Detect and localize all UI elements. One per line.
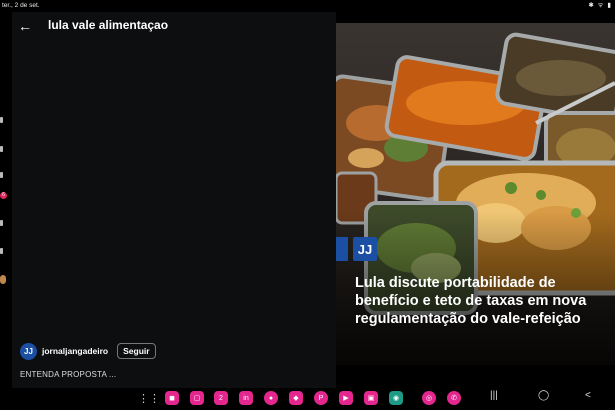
post-detail-panel: [12, 12, 336, 388]
edge-handle: [0, 248, 3, 254]
post-headline: Lula discute portabilidade de benefício …: [355, 274, 615, 328]
back-nav-icon[interactable]: <: [585, 390, 591, 401]
avatar[interactable]: JJ: [20, 342, 37, 360]
youtube-icon[interactable]: ▶: [339, 391, 353, 405]
taskbar: [0, 388, 615, 410]
status-date: ter., 2 de set.: [2, 2, 40, 9]
brand-stripe: [336, 237, 348, 261]
edge-panel-strip[interactable]: 6: [0, 12, 12, 388]
grid-icon[interactable]: ⋮⋮: [138, 391, 160, 405]
edge-handle: [0, 117, 3, 123]
linkedin-icon[interactable]: in: [239, 391, 253, 405]
recent-apps-icon[interactable]: |||: [490, 390, 498, 401]
calendar-label: 2: [219, 394, 223, 402]
headline-line: benefício e teto de taxas em nova: [355, 293, 587, 309]
edge-handle: [0, 146, 3, 152]
app-teal-icon[interactable]: ◉: [389, 391, 403, 405]
app-icon[interactable]: ●: [264, 391, 278, 405]
back-arrow-icon[interactable]: ←: [18, 18, 32, 34]
brand-logo: JJ: [353, 237, 377, 261]
headline-line: regulamentação do vale-refeição: [355, 311, 581, 327]
status-icons: ✱ ᯤ ▮: [588, 2, 612, 9]
calendar-icon[interactable]: 2: [214, 391, 228, 405]
follow-button[interactable]: Seguir: [117, 343, 156, 359]
app-icon[interactable]: ◆: [289, 391, 303, 405]
post-caption[interactable]: ENTENDA PROPOSTA ...: [20, 370, 116, 379]
notification-badge: 6: [0, 192, 7, 199]
search-query-title[interactable]: lula vale alimentaçao: [48, 18, 168, 32]
app-icon[interactable]: ▢: [190, 391, 204, 405]
headline-line: Lula discute portabilidade de: [355, 275, 556, 291]
app-avatar-icon[interactable]: [0, 275, 6, 284]
pinterest-icon[interactable]: P: [314, 391, 328, 405]
edge-handle: [0, 220, 3, 226]
post-author: JJ jornaljangadeiro Seguir: [20, 342, 156, 360]
username[interactable]: jornaljangadeiro: [42, 346, 108, 356]
home-icon[interactable]: ◯: [538, 390, 549, 401]
chrome-icon[interactable]: ◎: [422, 391, 436, 405]
edge-handle: [0, 172, 3, 178]
status-bar: ter., 2 de set. ✱ ᯤ ▮: [0, 0, 615, 12]
app-icon[interactable]: ▣: [364, 391, 378, 405]
whatsapp-icon[interactable]: ✆: [447, 391, 461, 405]
app-icon[interactable]: ◼: [165, 391, 179, 405]
